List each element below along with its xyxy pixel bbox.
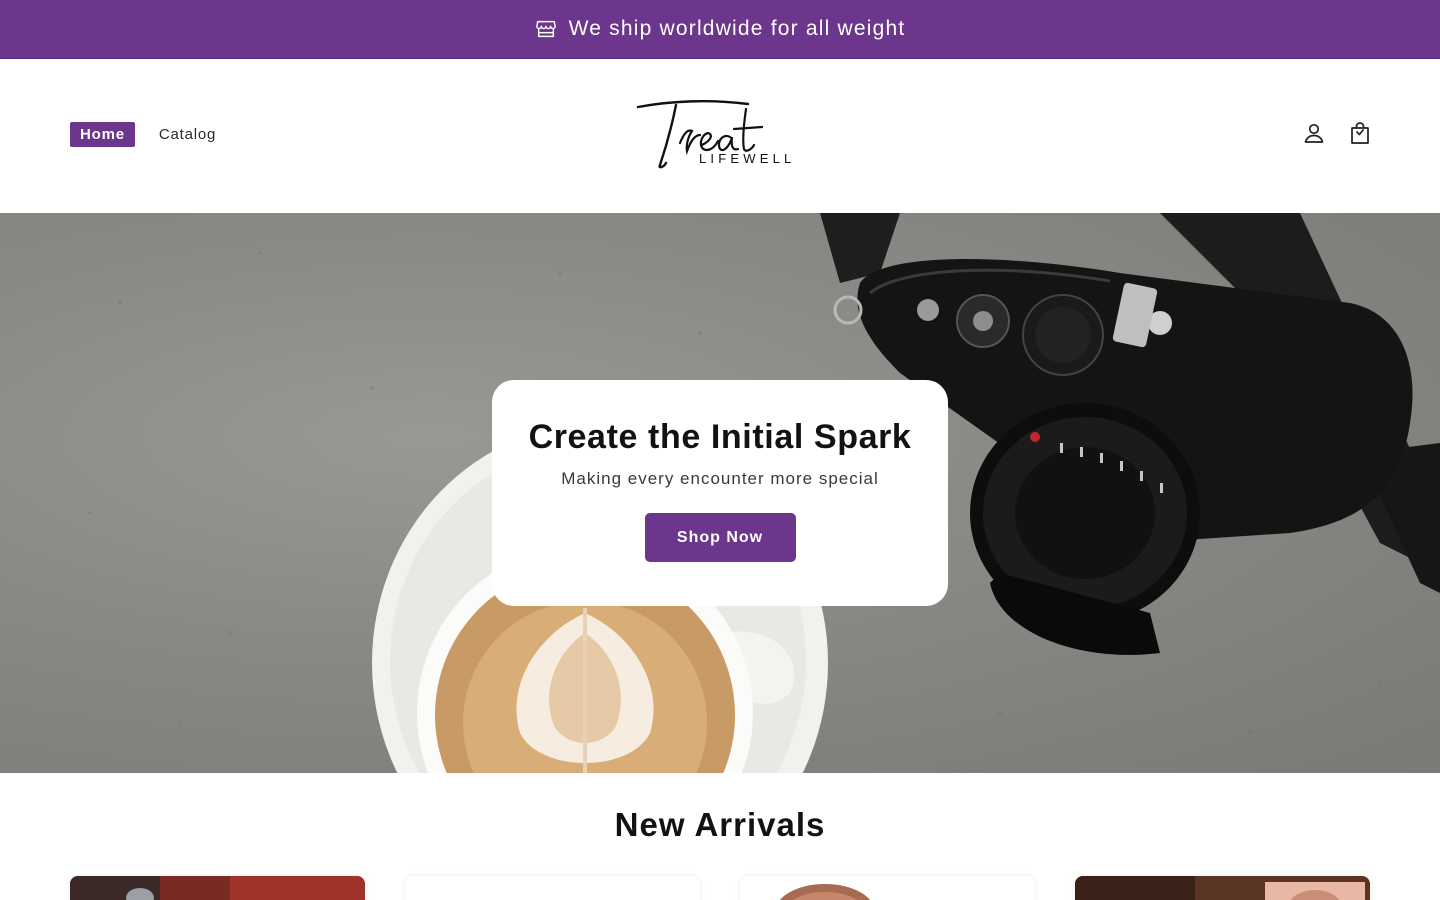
product-card[interactable] (1075, 876, 1370, 900)
hero-banner: Create the Initial Spark Making every en… (0, 213, 1440, 773)
site-header: Home Catalog LIFEWELL (0, 59, 1440, 213)
product-card[interactable] (70, 876, 365, 900)
product-image (740, 876, 1035, 900)
product-card[interactable] (405, 876, 700, 900)
hero-title: Create the Initial Spark (528, 418, 912, 456)
cart-icon[interactable] (1348, 121, 1372, 145)
main-nav: Home Catalog (70, 122, 216, 147)
announcement-bar: We ship worldwide for all weight (0, 0, 1440, 59)
nav-catalog-link[interactable]: Catalog (159, 126, 216, 143)
store-icon (535, 18, 557, 40)
hero-content-card: Create the Initial Spark Making every en… (492, 380, 948, 606)
header-icons (1302, 121, 1372, 145)
product-image (1075, 876, 1370, 900)
svg-text:LIFEWELL: LIFEWELL (699, 151, 795, 166)
site-logo[interactable]: LIFEWELL (630, 95, 805, 177)
new-arrivals-title: New Arrivals (614, 806, 826, 843)
announcement-text: We ship worldwide for all weight (568, 17, 906, 40)
nav-home-link[interactable]: Home (70, 122, 135, 147)
product-image (405, 876, 700, 900)
product-grid (70, 876, 1370, 900)
hero-subtitle: Making every encounter more special (561, 469, 879, 488)
account-icon[interactable] (1302, 121, 1326, 145)
product-card[interactable] (740, 876, 1035, 900)
shop-now-button[interactable]: Shop Now (644, 513, 796, 562)
product-image (70, 876, 365, 900)
